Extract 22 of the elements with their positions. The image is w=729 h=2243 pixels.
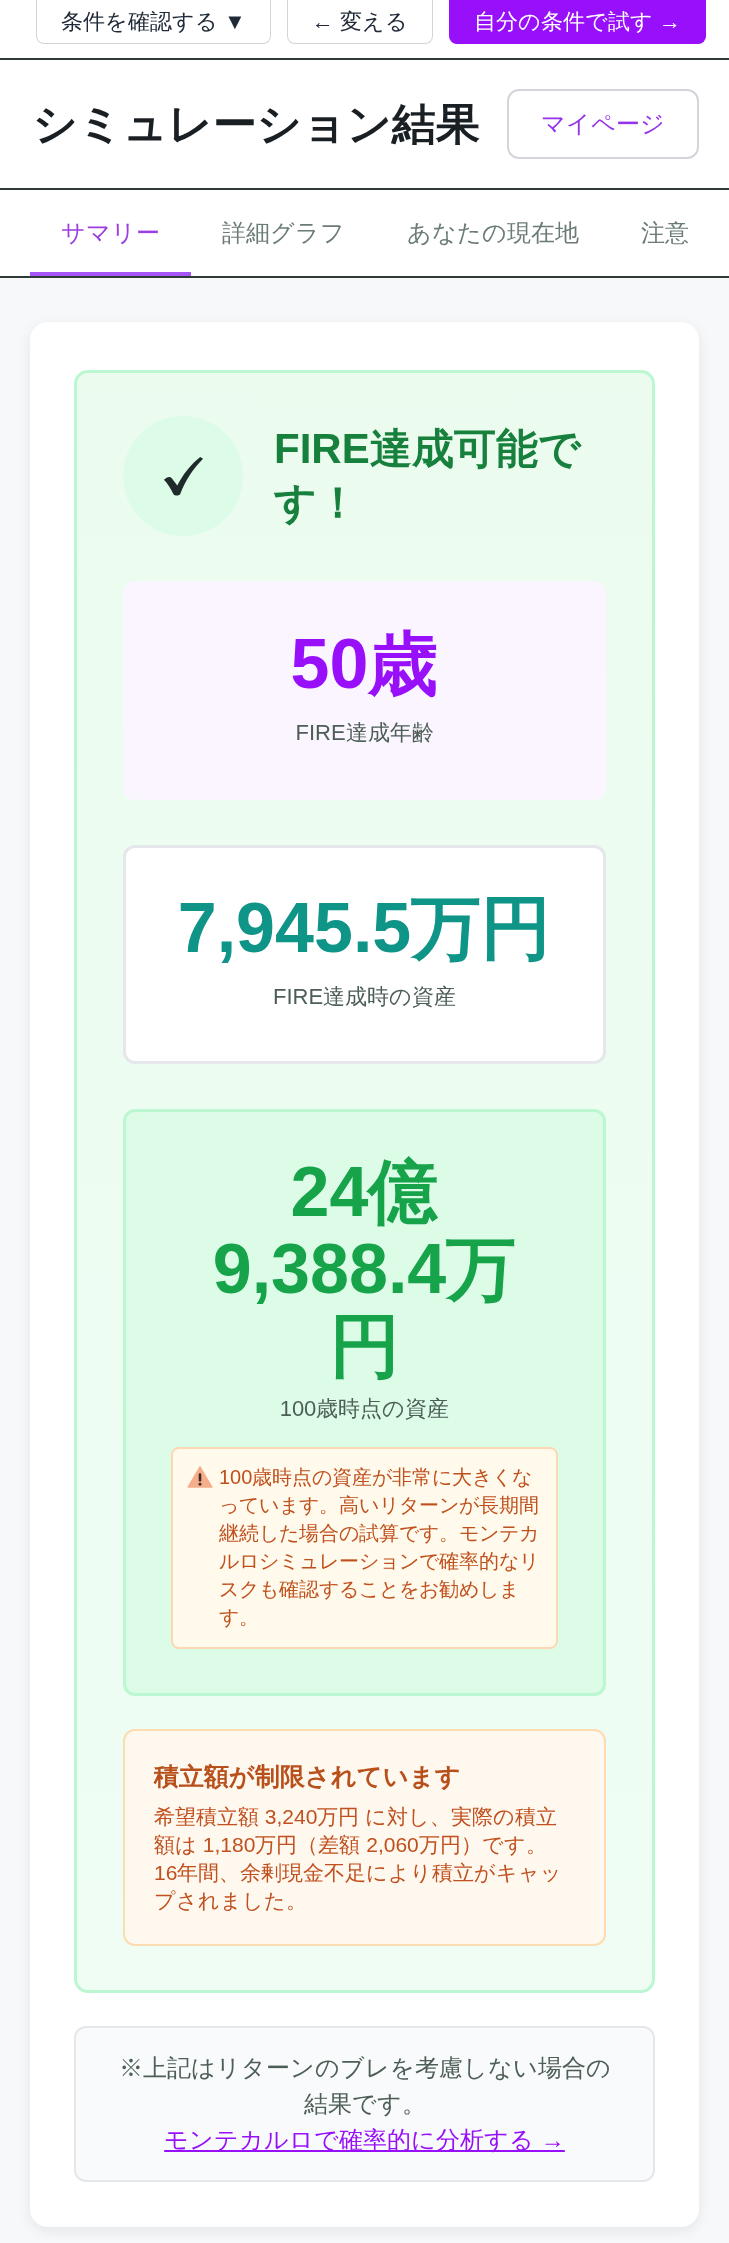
metric-label: FIRE達成時の資産 bbox=[271, 983, 458, 1011]
conditions-dropdown-button[interactable]: 条件を確認する ▼ bbox=[35, 0, 271, 44]
page-title: シミュレーション結果 bbox=[33, 98, 480, 150]
metric-value: 24億9,388.4万円 bbox=[211, 1154, 518, 1385]
notice-text: 希望積立額 3,240万円 に対し、実際の積立額は 1,180万円（差額 2,060万円）です。16年間、余剰現金不足により積立がキャップされました。 bbox=[154, 1804, 564, 1914]
tab[interactable]: サマリー bbox=[30, 190, 191, 276]
tab[interactable]: あなたの現在地 bbox=[376, 190, 610, 276]
warning-icon bbox=[187, 1466, 213, 1488]
metric-label: FIRE達成年齢 bbox=[294, 719, 435, 747]
try-own-conditions-button[interactable]: 自分の条件で試す → bbox=[448, 0, 706, 44]
metric-label: 100歳時点の資産 bbox=[278, 1395, 451, 1423]
status-title: FIRE達成可能です！ bbox=[274, 424, 583, 528]
tab[interactable]: 注意 bbox=[610, 190, 720, 276]
note-text: ※上記はリターンのブレを考慮しない場合の結果です。 bbox=[117, 2053, 612, 2119]
metric-value: 50歳 bbox=[289, 626, 440, 703]
notice-title: 積立額が制限されています bbox=[154, 1761, 462, 1792]
monte-carlo-link[interactable]: モンテカルロで確率的に分析する → bbox=[164, 2122, 565, 2158]
warning-text: 100歳時点の資産が非常に大きくなっています。高いリターンが長期間継続した場合の試算です。モンテカルロシミュレーションで確率的なリスクも確認することをお勧めします。 bbox=[219, 1465, 540, 1630]
tab[interactable]: 詳細グラフ bbox=[191, 190, 376, 276]
metric-value: 7,945.5万円 bbox=[176, 890, 553, 967]
change-button[interactable]: ← 変える bbox=[286, 0, 433, 44]
mypage-button[interactable]: マイページ bbox=[507, 89, 699, 159]
